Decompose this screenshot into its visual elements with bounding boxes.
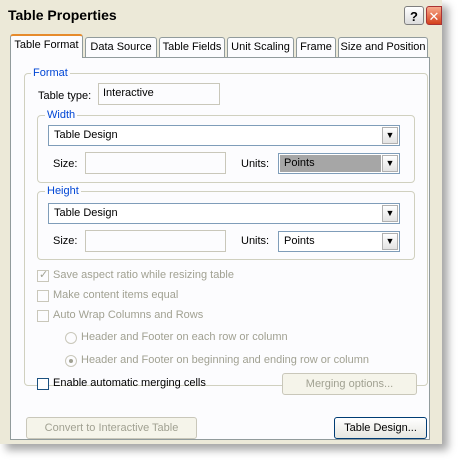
save-aspect-checkbox[interactable] xyxy=(37,268,49,282)
window-title: Table Properties xyxy=(8,7,117,23)
chevron-down-icon[interactable]: ▼ xyxy=(382,205,398,222)
height-legend: Height xyxy=(45,185,81,197)
tab-table-format[interactable]: Table Format xyxy=(10,34,83,58)
table-properties-dialog: Table Properties ? ✕ Table Format Data S… xyxy=(0,0,442,444)
table-type-field: Interactive xyxy=(98,83,220,105)
title-bar: Table Properties ? ✕ xyxy=(0,0,442,30)
width-mode-select[interactable]: Table Design ▼ xyxy=(48,125,400,146)
width-size-label: Size: xyxy=(53,158,78,170)
tab-frame[interactable]: Frame xyxy=(296,37,336,57)
auto-merge-label: Enable automatic merging cells xyxy=(53,377,206,389)
merging-options-button[interactable]: Merging options... xyxy=(282,373,417,395)
header-each-label: Header and Footer on each row or column xyxy=(81,331,288,343)
auto-merge-checkbox[interactable] xyxy=(37,378,49,390)
auto-wrap-checkbox[interactable] xyxy=(37,310,49,322)
tab-unit-scaling[interactable]: Unit Scaling xyxy=(227,37,294,57)
header-begin-end-label: Header and Footer on beginning and endin… xyxy=(81,354,370,366)
width-legend: Width xyxy=(45,109,78,121)
help-button[interactable]: ? xyxy=(404,6,424,25)
tab-data-source[interactable]: Data Source xyxy=(85,37,157,57)
width-units-label: Units: xyxy=(241,158,270,170)
content-equal-checkbox[interactable] xyxy=(37,290,49,302)
chevron-down-icon[interactable]: ▼ xyxy=(382,233,398,250)
chevron-down-icon[interactable]: ▼ xyxy=(382,155,398,172)
height-size-field xyxy=(85,230,226,252)
height-mode-select[interactable]: Table Design ▼ xyxy=(48,203,400,224)
header-begin-end-radio[interactable] xyxy=(65,355,77,367)
width-mode-value: Table Design xyxy=(54,129,118,141)
content-equal-label: Make content items equal xyxy=(53,289,179,301)
height-units-select[interactable]: Points ▼ xyxy=(278,231,400,252)
height-units-label: Units: xyxy=(241,235,270,247)
width-units-value: Points xyxy=(280,155,381,172)
table-type-label: Table type: xyxy=(38,90,92,102)
tab-size-and-position[interactable]: Size and Position xyxy=(338,37,428,57)
chevron-down-icon[interactable]: ▼ xyxy=(382,127,398,144)
format-legend: Format xyxy=(31,67,70,79)
width-units-select[interactable]: Points ▼ xyxy=(278,153,400,174)
tab-table-fields[interactable]: Table Fields xyxy=(159,37,225,57)
save-aspect-label: Save aspect ratio while resizing table xyxy=(53,269,234,281)
close-button[interactable]: ✕ xyxy=(426,6,442,25)
table-design-button[interactable]: Table Design... xyxy=(334,417,427,439)
convert-to-interactive-button[interactable]: Convert to Interactive Table xyxy=(26,417,197,439)
width-size-field xyxy=(85,152,226,174)
tab-panel: Format Table type: Interactive Width Tab… xyxy=(10,57,430,440)
height-size-label: Size: xyxy=(53,235,78,247)
auto-wrap-label: Auto Wrap Columns and Rows xyxy=(53,309,204,321)
height-units-value: Points xyxy=(284,235,315,247)
height-mode-value: Table Design xyxy=(54,207,118,219)
table-type-value: Interactive xyxy=(103,87,154,99)
header-each-radio[interactable] xyxy=(65,332,77,344)
